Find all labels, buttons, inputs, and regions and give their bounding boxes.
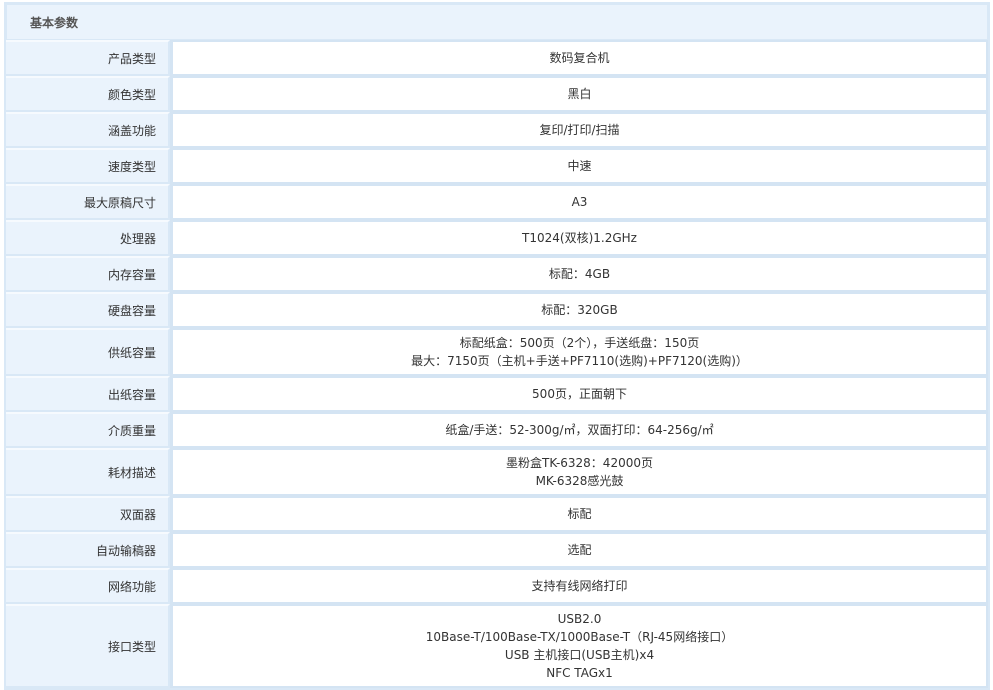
spec-label: 硬盘容量 [6,292,170,328]
spec-label: 颜色类型 [6,76,170,112]
spec-label: 双面器 [6,496,170,532]
spec-value: 500页，正面朝下 [170,376,988,412]
spec-value: 标配 [170,496,988,532]
spec-value-line: 纸盒/手送：52-300g/㎡，双面打印：64-256g/㎡ [445,423,714,437]
spec-value-line: A3 [571,195,588,209]
spec-value-line: 500页，正面朝下 [532,387,627,401]
spec-row: 处理器 T1024(双核)1.2GHz [6,220,988,256]
spec-value-line: T1024(双核)1.2GHz [522,231,637,245]
spec-table-body: 基本参数 产品类型 数码复合机颜色类型 黑白涵盖功能 复印/打印/扫描速度类型 中速最大… [6,4,988,688]
spec-row: 网络功能 支持有线网络打印 [6,568,988,604]
spec-row: 耗材描述 墨粉盒TK-6328：42000页 MK-6328感光鼓 [6,448,988,496]
spec-value-line: 标配 [567,507,592,521]
spec-value: 中速 [170,148,988,184]
spec-label: 产品类型 [6,40,170,76]
spec-row: 产品类型 数码复合机 [6,40,988,76]
spec-value-line: USB2.0 [557,612,602,626]
spec-value-line: 中速 [567,159,592,173]
spec-value-line: MK-6328感光鼓 [535,474,624,488]
spec-row: 接口类型 USB2.0 10Base-T/100Base-TX/1000Base-T… [6,604,988,688]
spec-value: 标配：4GB [170,256,988,292]
spec-value-line: 标配：320GB [541,303,618,317]
spec-value: USB2.0 10Base-T/100Base-TX/1000Base-T（RJ-… [170,604,988,688]
spec-value: 墨粉盒TK-6328：42000页 MK-6328感光鼓 [170,448,988,496]
spec-label: 速度类型 [6,148,170,184]
spec-value-line: 标配：4GB [548,267,611,281]
spec-value-line: 选配 [567,543,592,557]
spec-label: 自动输稿器 [6,532,170,568]
spec-value: 黑白 [170,76,988,112]
spec-label: 接口类型 [6,604,170,688]
spec-value: 复印/打印/扫描 [170,112,988,148]
spec-row: 颜色类型 黑白 [6,76,988,112]
spec-label: 出纸容量 [6,376,170,412]
spec-value: A3 [170,184,988,220]
spec-value: 标配纸盒：500页（2个），手送纸盘：150页最大：7150页（主机+手送+PF… [170,328,988,376]
spec-value-line: 墨粉盒TK-6328：42000页 [506,456,653,470]
spec-row: 自动输稿器 选配 [6,532,988,568]
spec-row: 双面器 标配 [6,496,988,532]
spec-label: 网络功能 [6,568,170,604]
spec-table: 基本参数 产品类型 数码复合机颜色类型 黑白涵盖功能 复印/打印/扫描速度类型 中速最大… [4,2,990,690]
spec-label: 涵盖功能 [6,112,170,148]
spec-value-line: 最大：7150页（主机+手送+PF7110(选购)+PF7120(选购)） [411,354,748,368]
spec-row: 出纸容量 500页，正面朝下 [6,376,988,412]
spec-value: 支持有线网络打印 [170,568,988,604]
spec-label: 内存容量 [6,256,170,292]
section-title: 基本参数 [6,4,988,40]
spec-row: 最大原稿尺寸 A3 [6,184,988,220]
spec-label: 耗材描述 [6,448,170,496]
spec-value: 标配：320GB [170,292,988,328]
spec-value-line: NFC TAGx1 [546,666,613,680]
spec-value-line: 10Base-T/100Base-TX/1000Base-T（RJ-45网络接口… [425,630,734,644]
spec-label: 处理器 [6,220,170,256]
spec-label: 最大原稿尺寸 [6,184,170,220]
section-header-row: 基本参数 [6,4,988,40]
spec-row: 供纸容量 标配纸盒：500页（2个），手送纸盘：150页 最大：7150页（主机+手… [6,328,988,376]
spec-value: 选配 [170,532,988,568]
spec-value: 数码复合机 [170,40,988,76]
spec-row: 内存容量 标配：4GB [6,256,988,292]
spec-row: 介质重量 纸盒/手送：52-300g/㎡，双面打印：64-256g/㎡ [6,412,988,448]
spec-value-line: 标配纸盒：500页（2个），手送纸盘：150页 [459,336,700,350]
spec-label: 供纸容量 [6,328,170,376]
spec-row: 涵盖功能 复印/打印/扫描 [6,112,988,148]
spec-value-line: USB 主机接口(USB主机)x4 [504,648,655,662]
spec-value: T1024(双核)1.2GHz [170,220,988,256]
spec-value-line: 黑白 [567,87,592,101]
spec-row: 速度类型 中速 [6,148,988,184]
spec-value-line: 复印/打印/扫描 [539,123,620,137]
spec-value-line: 数码复合机 [549,51,610,65]
spec-value-line: 支持有线网络打印 [531,579,628,593]
spec-label: 介质重量 [6,412,170,448]
spec-value: 纸盒/手送：52-300g/㎡，双面打印：64-256g/㎡ [170,412,988,448]
spec-row: 硬盘容量 标配：320GB [6,292,988,328]
